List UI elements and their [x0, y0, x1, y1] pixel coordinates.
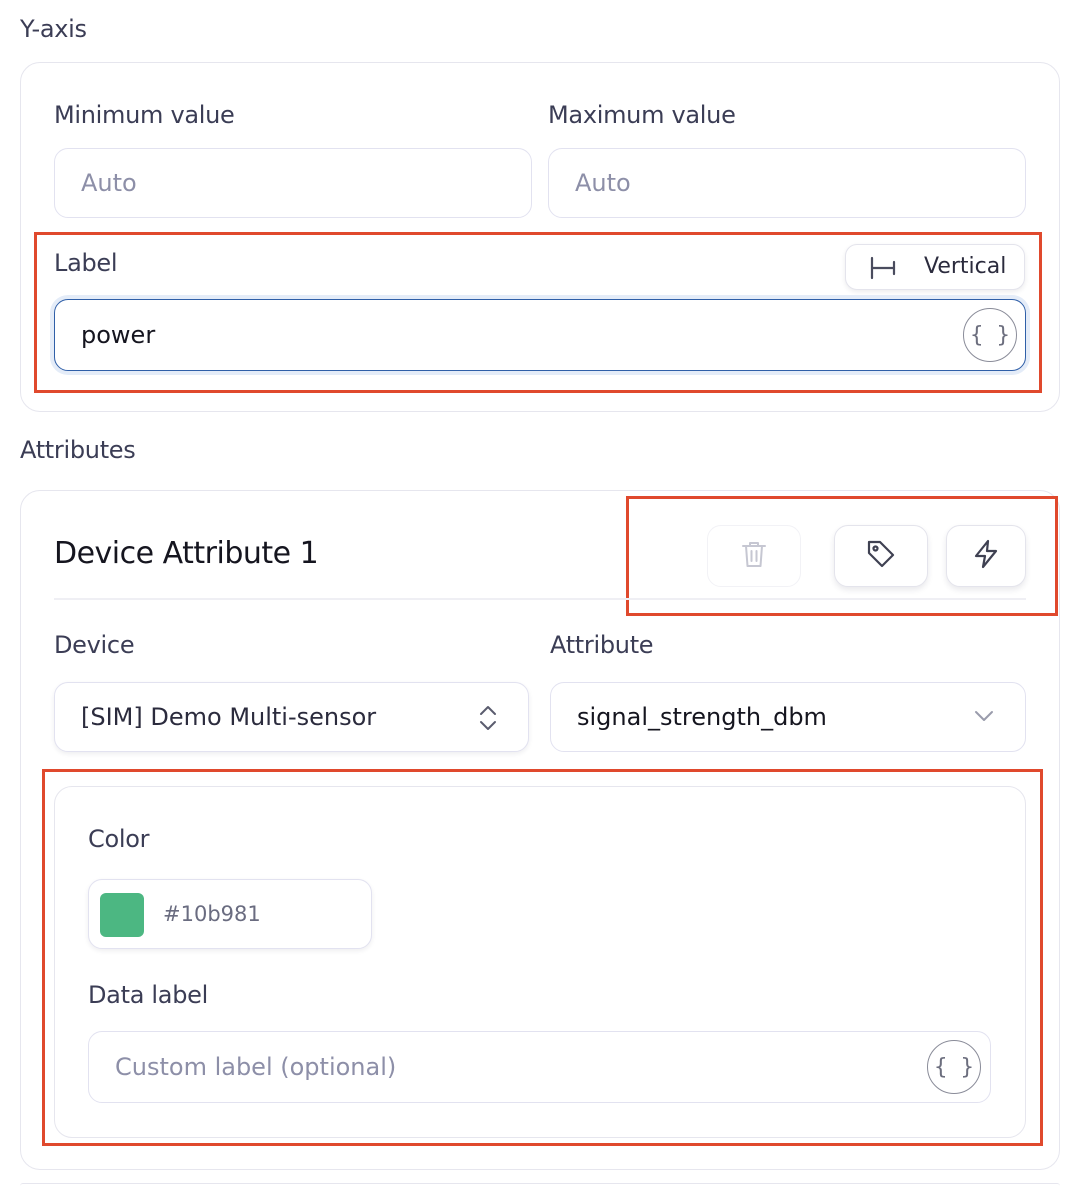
- device-select[interactable]: [SIM] Demo Multi-sensor: [54, 682, 529, 752]
- device-label: Device: [54, 631, 135, 659]
- minimum-value-label: Minimum value: [54, 101, 235, 129]
- maximum-value-input[interactable]: Auto: [548, 148, 1026, 218]
- chevron-up-down-icon: [477, 704, 499, 736]
- minimum-value-placeholder: Auto: [81, 169, 137, 197]
- chevron-down-icon: [973, 708, 995, 727]
- attributes-section-title: Attributes: [20, 436, 136, 464]
- attribute-select-value: signal_strength_dbm: [577, 703, 827, 731]
- attribute-card-title: Device Attribute 1: [54, 536, 319, 571]
- y-axis-section-title: Y-axis: [20, 15, 87, 43]
- maximum-value-placeholder: Auto: [575, 169, 631, 197]
- device-select-value: [SIM] Demo Multi-sensor: [81, 703, 377, 731]
- attribute-label: Attribute: [550, 631, 654, 659]
- style-panel-highlight: [42, 769, 1043, 1146]
- attribute-select[interactable]: signal_strength_dbm: [550, 682, 1026, 752]
- label-field-highlight: [34, 232, 1042, 393]
- minimum-value-input[interactable]: Auto: [54, 148, 532, 218]
- maximum-value-label: Maximum value: [548, 101, 736, 129]
- title-divider: [54, 598, 1026, 600]
